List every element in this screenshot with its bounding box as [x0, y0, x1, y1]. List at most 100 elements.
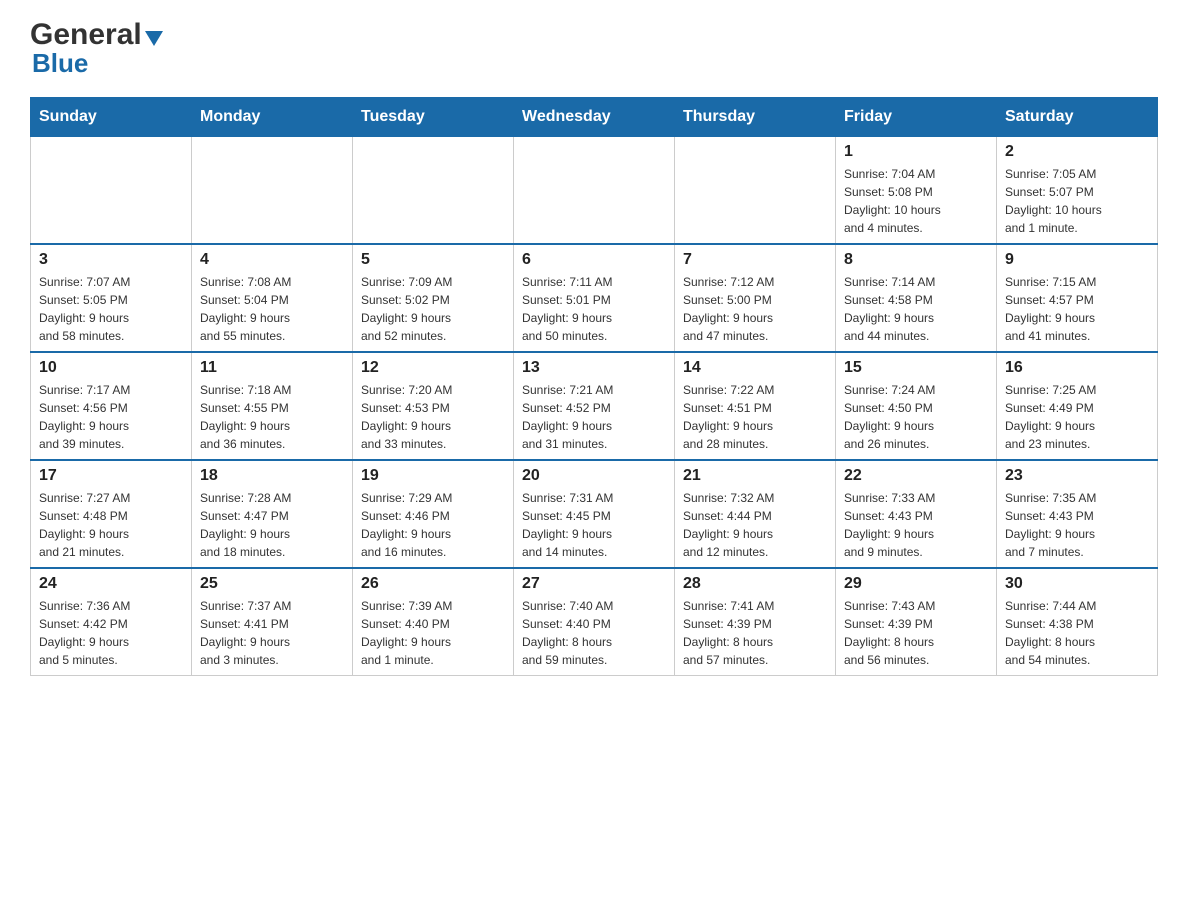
day-number: 29 [844, 575, 988, 593]
calendar-week-row: 3 Sunrise: 7:07 AMSunset: 5:05 PMDaylight… [31, 244, 1158, 352]
calendar-cell: 27 Sunrise: 7:40 AMSunset: 4:40 PMDayligh… [514, 568, 675, 676]
day-number: 23 [1005, 467, 1149, 485]
calendar-header-row: SundayMondayTuesdayWednesdayThursdayFrid… [31, 98, 1158, 137]
day-info: Sunrise: 7:43 AMSunset: 4:39 PMDaylight:… [844, 597, 988, 669]
calendar-week-row: 24 Sunrise: 7:36 AMSunset: 4:42 PMDayligh… [31, 568, 1158, 676]
calendar-cell [353, 137, 514, 245]
day-info: Sunrise: 7:36 AMSunset: 4:42 PMDaylight:… [39, 597, 183, 669]
day-number: 19 [361, 467, 505, 485]
calendar-header-monday: Monday [192, 98, 353, 137]
calendar-cell: 23 Sunrise: 7:35 AMSunset: 4:43 PMDayligh… [997, 460, 1158, 568]
calendar-cell: 7 Sunrise: 7:12 AMSunset: 5:00 PMDaylight… [675, 244, 836, 352]
calendar-cell [514, 137, 675, 245]
day-number: 2 [1005, 143, 1149, 161]
day-number: 1 [844, 143, 988, 161]
day-number: 18 [200, 467, 344, 485]
day-info: Sunrise: 7:41 AMSunset: 4:39 PMDaylight:… [683, 597, 827, 669]
day-info: Sunrise: 7:17 AMSunset: 4:56 PMDaylight:… [39, 381, 183, 453]
calendar-header-friday: Friday [836, 98, 997, 137]
day-number: 15 [844, 359, 988, 377]
day-number: 10 [39, 359, 183, 377]
calendar-cell: 25 Sunrise: 7:37 AMSunset: 4:41 PMDayligh… [192, 568, 353, 676]
calendar-cell: 17Sunrise: 7:27 AMSunset: 4:48 PMDayligh… [31, 460, 192, 568]
calendar-cell: 15 Sunrise: 7:24 AMSunset: 4:50 PMDayligh… [836, 352, 997, 460]
calendar-cell: 14 Sunrise: 7:22 AMSunset: 4:51 PMDayligh… [675, 352, 836, 460]
day-number: 26 [361, 575, 505, 593]
calendar-cell: 13 Sunrise: 7:21 AMSunset: 4:52 PMDayligh… [514, 352, 675, 460]
calendar-cell: 19 Sunrise: 7:29 AMSunset: 4:46 PMDayligh… [353, 460, 514, 568]
day-number: 4 [200, 251, 344, 269]
calendar-week-row: 10 Sunrise: 7:17 AMSunset: 4:56 PMDayligh… [31, 352, 1158, 460]
day-info: Sunrise: 7:31 AMSunset: 4:45 PMDaylight:… [522, 489, 666, 561]
day-info: Sunrise: 7:33 AMSunset: 4:43 PMDaylight:… [844, 489, 988, 561]
day-info: Sunrise: 7:25 AMSunset: 4:49 PMDaylight:… [1005, 381, 1149, 453]
calendar-table: SundayMondayTuesdayWednesdayThursdayFrid… [30, 97, 1158, 676]
calendar-header-wednesday: Wednesday [514, 98, 675, 137]
calendar-cell: 24 Sunrise: 7:36 AMSunset: 4:42 PMDayligh… [31, 568, 192, 676]
day-number: 9 [1005, 251, 1149, 269]
day-info: Sunrise: 7:07 AMSunset: 5:05 PMDaylight:… [39, 273, 183, 345]
logo-blue-text: Blue [32, 48, 88, 79]
calendar-cell: 22 Sunrise: 7:33 AMSunset: 4:43 PMDayligh… [836, 460, 997, 568]
calendar-cell: 4Sunrise: 7:08 AMSunset: 5:04 PMDaylight… [192, 244, 353, 352]
day-info: Sunrise: 7:22 AMSunset: 4:51 PMDaylight:… [683, 381, 827, 453]
day-info: Sunrise: 7:09 AMSunset: 5:02 PMDaylight:… [361, 273, 505, 345]
calendar-cell: 2 Sunrise: 7:05 AMSunset: 5:07 PMDaylight… [997, 137, 1158, 245]
day-info: Sunrise: 7:05 AMSunset: 5:07 PMDaylight:… [1005, 165, 1149, 237]
day-info: Sunrise: 7:15 AMSunset: 4:57 PMDaylight:… [1005, 273, 1149, 345]
calendar-cell: 29 Sunrise: 7:43 AMSunset: 4:39 PMDayligh… [836, 568, 997, 676]
day-number: 14 [683, 359, 827, 377]
day-number: 8 [844, 251, 988, 269]
day-info: Sunrise: 7:27 AMSunset: 4:48 PMDaylight:… [39, 489, 183, 561]
day-info: Sunrise: 7:35 AMSunset: 4:43 PMDaylight:… [1005, 489, 1149, 561]
day-info: Sunrise: 7:29 AMSunset: 4:46 PMDaylight:… [361, 489, 505, 561]
day-info: Sunrise: 7:39 AMSunset: 4:40 PMDaylight:… [361, 597, 505, 669]
day-number: 16 [1005, 359, 1149, 377]
calendar-cell: 8 Sunrise: 7:14 AMSunset: 4:58 PMDaylight… [836, 244, 997, 352]
day-number: 24 [39, 575, 183, 593]
day-number: 20 [522, 467, 666, 485]
calendar-cell [31, 137, 192, 245]
day-number: 13 [522, 359, 666, 377]
calendar-cell: 21 Sunrise: 7:32 AMSunset: 4:44 PMDayligh… [675, 460, 836, 568]
calendar-cell: 1 Sunrise: 7:04 AMSunset: 5:08 PMDaylight… [836, 137, 997, 245]
calendar-cell: 12Sunrise: 7:20 AMSunset: 4:53 PMDayligh… [353, 352, 514, 460]
logo: General Blue [30, 20, 163, 79]
calendar-cell: 11 Sunrise: 7:18 AMSunset: 4:55 PMDayligh… [192, 352, 353, 460]
day-info: Sunrise: 7:37 AMSunset: 4:41 PMDaylight:… [200, 597, 344, 669]
calendar-header-tuesday: Tuesday [353, 98, 514, 137]
calendar-cell: 10 Sunrise: 7:17 AMSunset: 4:56 PMDayligh… [31, 352, 192, 460]
day-number: 11 [200, 359, 344, 377]
day-info: Sunrise: 7:40 AMSunset: 4:40 PMDaylight:… [522, 597, 666, 669]
day-number: 25 [200, 575, 344, 593]
day-info: Sunrise: 7:12 AMSunset: 5:00 PMDaylight:… [683, 273, 827, 345]
calendar-cell: 9 Sunrise: 7:15 AMSunset: 4:57 PMDaylight… [997, 244, 1158, 352]
calendar-cell: 3 Sunrise: 7:07 AMSunset: 5:05 PMDaylight… [31, 244, 192, 352]
calendar-cell: 20 Sunrise: 7:31 AMSunset: 4:45 PMDayligh… [514, 460, 675, 568]
day-number: 30 [1005, 575, 1149, 593]
day-info: Sunrise: 7:24 AMSunset: 4:50 PMDaylight:… [844, 381, 988, 453]
page-header: General Blue [30, 20, 1158, 79]
day-number: 3 [39, 251, 183, 269]
calendar-cell: 6Sunrise: 7:11 AMSunset: 5:01 PMDaylight… [514, 244, 675, 352]
day-number: 7 [683, 251, 827, 269]
day-info: Sunrise: 7:32 AMSunset: 4:44 PMDaylight:… [683, 489, 827, 561]
day-number: 21 [683, 467, 827, 485]
day-info: Sunrise: 7:21 AMSunset: 4:52 PMDaylight:… [522, 381, 666, 453]
day-info: Sunrise: 7:14 AMSunset: 4:58 PMDaylight:… [844, 273, 988, 345]
day-number: 22 [844, 467, 988, 485]
day-info: Sunrise: 7:11 AMSunset: 5:01 PMDaylight:… [522, 273, 666, 345]
day-number: 27 [522, 575, 666, 593]
calendar-header-thursday: Thursday [675, 98, 836, 137]
day-info: Sunrise: 7:18 AMSunset: 4:55 PMDaylight:… [200, 381, 344, 453]
calendar-cell: 26 Sunrise: 7:39 AMSunset: 4:40 PMDayligh… [353, 568, 514, 676]
day-info: Sunrise: 7:04 AMSunset: 5:08 PMDaylight:… [844, 165, 988, 237]
logo-general-text: General [30, 20, 163, 50]
calendar-week-row: 1 Sunrise: 7:04 AMSunset: 5:08 PMDaylight… [31, 137, 1158, 245]
day-number: 12 [361, 359, 505, 377]
calendar-cell: 28 Sunrise: 7:41 AMSunset: 4:39 PMDayligh… [675, 568, 836, 676]
day-info: Sunrise: 7:28 AMSunset: 4:47 PMDaylight:… [200, 489, 344, 561]
calendar-cell: 5Sunrise: 7:09 AMSunset: 5:02 PMDaylight… [353, 244, 514, 352]
calendar-cell: 18 Sunrise: 7:28 AMSunset: 4:47 PMDayligh… [192, 460, 353, 568]
day-number: 28 [683, 575, 827, 593]
